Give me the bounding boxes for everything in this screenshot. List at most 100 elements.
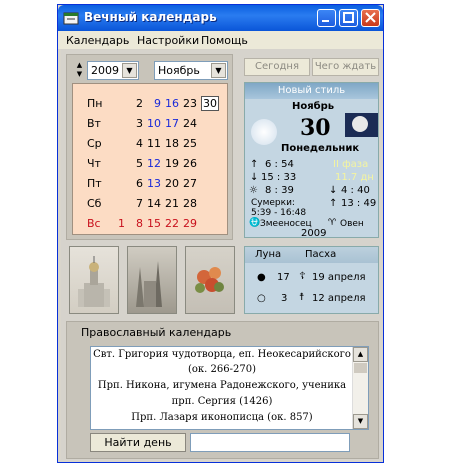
chevron-down-icon[interactable]: ▼ bbox=[122, 63, 137, 78]
day-cell[interactable]: 13 bbox=[147, 177, 161, 190]
menu-calendar[interactable]: Календарь bbox=[66, 34, 129, 47]
minimize-icon bbox=[322, 20, 329, 22]
orthodox-panel: Православный календарь Свт. Григория чуд… bbox=[66, 321, 379, 459]
day-cell[interactable]: 19 bbox=[165, 157, 179, 170]
day-cell[interactable]: 10 bbox=[147, 117, 161, 130]
weekday-sat: Сб bbox=[87, 197, 102, 210]
sunset-time: 15 : 33 bbox=[261, 172, 297, 183]
weekday-tue: Вт bbox=[87, 117, 101, 130]
find-day-input[interactable] bbox=[190, 433, 350, 452]
day-cell[interactable]: 15 bbox=[147, 217, 161, 230]
title-bar[interactable]: Вечный календарь bbox=[58, 5, 383, 31]
winter-image[interactable] bbox=[127, 246, 177, 314]
app-window: Вечный календарь Календарь Настройки Пом… bbox=[57, 4, 384, 463]
scroll-thumb[interactable] bbox=[354, 363, 367, 373]
aries-icon: ♈ bbox=[328, 218, 337, 228]
close-button[interactable] bbox=[361, 9, 380, 27]
menu-help[interactable]: Помощь bbox=[201, 34, 248, 47]
saint-line: Свт. Григория чудотворца, еп. Неокесарий… bbox=[93, 349, 351, 360]
minimize-button[interactable] bbox=[317, 9, 336, 27]
day-cell[interactable]: 24 bbox=[183, 117, 197, 130]
day-cell[interactable]: 22 bbox=[165, 217, 179, 230]
day-cell[interactable]: 6 bbox=[129, 177, 143, 190]
what-to-expect-button[interactable]: Чего ждать bbox=[312, 58, 379, 76]
saint-line: Прп. Никона, игумена Радонежского, учени… bbox=[97, 380, 347, 391]
year-select[interactable]: 2009 ▼ bbox=[87, 61, 139, 80]
day-cell[interactable]: 2 bbox=[129, 97, 143, 110]
day-cell[interactable]: 9 bbox=[147, 97, 161, 110]
calendar-app-icon bbox=[63, 12, 79, 25]
saint-line: прп. Сергия (1426) bbox=[171, 396, 273, 407]
find-day-button[interactable]: Найти день bbox=[90, 433, 186, 452]
day-cell[interactable]: 14 bbox=[147, 197, 161, 210]
day-cell[interactable]: 20 bbox=[165, 177, 179, 190]
weekday-sun: Вс bbox=[87, 217, 101, 230]
scroll-up-icon[interactable]: ▲ bbox=[353, 347, 368, 362]
weekday-thu: Чт bbox=[87, 157, 101, 170]
moonrise-time: 13 : 49 bbox=[341, 198, 377, 209]
day-cell[interactable]: 17 bbox=[165, 117, 179, 130]
info-day-number: 30 bbox=[300, 115, 331, 141]
sunset-icon: ↓ bbox=[250, 172, 259, 183]
new-moon-icon: ○ bbox=[257, 293, 266, 304]
cross-icon: ☨ bbox=[299, 292, 305, 303]
day-cell[interactable]: 27 bbox=[183, 177, 197, 190]
window-title: Вечный календарь bbox=[84, 10, 217, 24]
day-length-icon: ☼ bbox=[249, 185, 258, 196]
month-panel: ▲ ▼ 2009 ▼ Ноябрь ▼ Пн Вт Ср Чт Пт Сб Вс bbox=[66, 54, 233, 240]
menu-settings[interactable]: Настройки bbox=[137, 34, 199, 47]
day-cell[interactable]: 26 bbox=[183, 157, 197, 170]
day-cell[interactable]: 5 bbox=[129, 157, 143, 170]
day-cell-today[interactable]: 30 bbox=[201, 96, 219, 111]
moon-phase: II фаза bbox=[333, 159, 369, 170]
sunrise-time: 6 : 54 bbox=[265, 159, 294, 170]
cathedral-image[interactable] bbox=[69, 246, 119, 314]
day-cell[interactable]: 23 bbox=[183, 97, 197, 110]
flowers-icon bbox=[195, 267, 224, 293]
moon-easter-panel: Луна Пасха ● 17 ☦ 19 апреля ○ 3 ☨ 12 апр… bbox=[244, 246, 379, 314]
weekday-mon: Пн bbox=[87, 97, 103, 110]
day-length: 8 : 39 bbox=[265, 185, 294, 196]
menu-bar: Календарь Настройки Помощь bbox=[58, 31, 383, 49]
sun-icon bbox=[251, 119, 277, 145]
day-cell[interactable]: 8 bbox=[129, 217, 143, 230]
day-cell[interactable]: 7 bbox=[129, 197, 143, 210]
day-cell[interactable]: 16 bbox=[165, 97, 179, 110]
saints-list[interactable]: Свт. Григория чудотворца, еп. Неокесарий… bbox=[90, 346, 369, 430]
day-cell[interactable]: 3 bbox=[129, 117, 143, 130]
day-cell[interactable]: 28 bbox=[183, 197, 197, 210]
full-moon-icon: ● bbox=[257, 272, 266, 283]
scroll-down-icon[interactable]: ▼ bbox=[353, 414, 368, 429]
maximize-button[interactable] bbox=[339, 9, 358, 27]
year-value: 2009 bbox=[91, 64, 119, 77]
saints-scrollbar[interactable]: ▲ ▼ bbox=[352, 347, 368, 429]
calendar-grid: Пн Вт Ср Чт Пт Сб Вс 2 9 16 23 30 3 10 1… bbox=[72, 83, 228, 235]
moon-phase-icon bbox=[345, 113, 378, 137]
info-year: 2009 bbox=[301, 228, 327, 239]
flowers-image[interactable] bbox=[185, 246, 235, 314]
day-cell[interactable]: 11 bbox=[147, 137, 161, 150]
moonset-icon: ↓ bbox=[329, 185, 338, 196]
day-info-panel: Сегодня Чего ждать Новый стиль Ноябрь 30… bbox=[244, 54, 379, 239]
day-cell[interactable]: 21 bbox=[165, 197, 179, 210]
month-value: Ноябрь bbox=[158, 64, 200, 77]
twilight-time: 5:39 - 16:48 bbox=[251, 208, 307, 218]
saint-line: (ок. 266-270) bbox=[188, 364, 256, 375]
info-weekday: Понедельник bbox=[281, 143, 360, 154]
day-cell[interactable]: 25 bbox=[183, 137, 197, 150]
moonrise-icon: ↑ bbox=[329, 198, 338, 209]
today-button[interactable]: Сегодня bbox=[244, 58, 310, 76]
spin-down-icon[interactable]: ▼ bbox=[74, 70, 85, 79]
day-cell[interactable]: 12 bbox=[147, 157, 161, 170]
day-cell[interactable]: 4 bbox=[129, 137, 143, 150]
year-spinner[interactable]: ▲ ▼ bbox=[74, 61, 85, 80]
day-cell[interactable]: 18 bbox=[165, 137, 179, 150]
spin-up-icon[interactable]: ▲ bbox=[74, 61, 85, 70]
weekday-fri: Пт bbox=[87, 177, 102, 190]
twilight-label: Сумерки: bbox=[251, 198, 295, 208]
close-icon bbox=[365, 12, 376, 23]
month-select[interactable]: Ноябрь ▼ bbox=[154, 61, 228, 80]
chevron-down-icon[interactable]: ▼ bbox=[211, 63, 226, 78]
day-cell[interactable]: 29 bbox=[183, 217, 197, 230]
day-cell[interactable]: 1 bbox=[111, 217, 125, 230]
